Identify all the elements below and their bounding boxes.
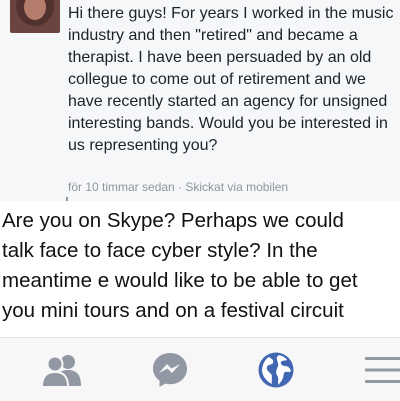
bottom-tab-bar: [0, 337, 400, 401]
message-text: Hi there guys! For years I worked in the…: [68, 5, 394, 154]
messenger-icon: [153, 352, 187, 387]
tab-friends[interactable]: [22, 338, 102, 401]
overlay-line: meantime e would like to be able to get: [2, 269, 358, 292]
overlay-line: you mini tours and on a festival circuit: [2, 299, 344, 322]
menu-icon: [365, 356, 400, 383]
tab-menu[interactable]: [343, 338, 400, 401]
tab-messenger[interactable]: [130, 338, 210, 401]
overlay-line: Are you on Skype? Perhaps we could: [2, 209, 344, 232]
message-time[interactable]: för 10 timmar sedan: [68, 180, 175, 194]
overlay-line: talk face to face cyber style? In the: [2, 239, 318, 262]
meta-separator: ·: [174, 180, 186, 194]
avatar[interactable]: [10, 0, 60, 33]
globe-icon: [258, 352, 294, 387]
sent-via-label: Skickat via mobilen: [185, 180, 289, 194]
friends-icon: [41, 354, 81, 387]
divider-tick: [66, 197, 68, 201]
message-meta: för 10 timmar sedan · Skickat via mobile…: [68, 180, 288, 194]
tab-notifications[interactable]: [236, 338, 316, 401]
message-panel: Hi there guys! For years I worked in the…: [0, 0, 400, 201]
overlay-message: Are you on Skype? Perhaps we could talk f…: [2, 206, 400, 326]
